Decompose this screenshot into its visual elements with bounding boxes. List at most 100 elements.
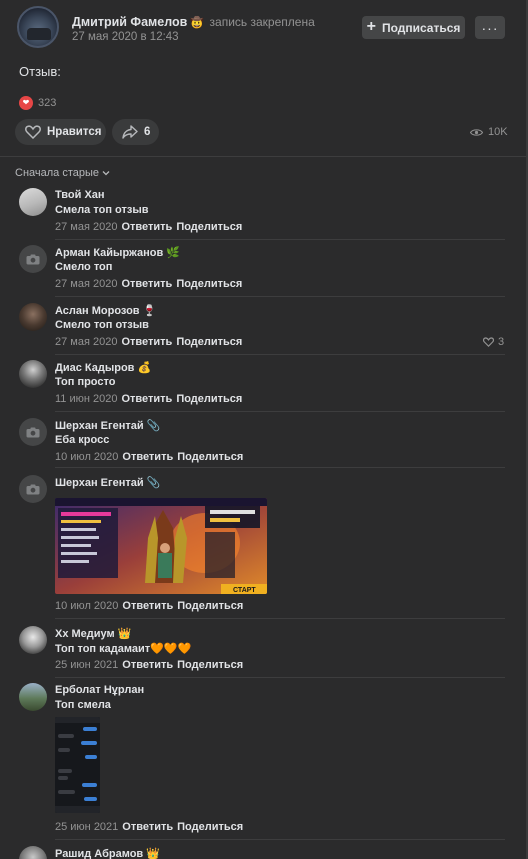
comment-date[interactable]: 10 июл 2020	[55, 451, 118, 463]
commenter-avatar[interactable]	[19, 846, 47, 859]
commenter-name[interactable]: Твой Хан	[55, 189, 105, 201]
commenter-avatar[interactable]	[19, 626, 47, 654]
comment-meta: 25 июн 2021 Ответить Поделиться	[55, 821, 243, 833]
share-link[interactable]: Поделиться	[176, 221, 242, 233]
reply-link[interactable]: Ответить	[122, 600, 173, 612]
comment-divider	[55, 677, 505, 678]
comment-text: Топ смела	[55, 699, 111, 711]
comment-like-button[interactable]: 3	[483, 336, 504, 348]
comment-divider	[55, 839, 505, 840]
comment-text: Топ просто	[55, 376, 116, 388]
views-counter: 10K	[470, 126, 508, 138]
share-link[interactable]: Поделиться	[177, 659, 243, 671]
author-avatar[interactable]	[17, 6, 59, 48]
chat-screenshot-image	[55, 717, 100, 813]
commenter-avatar[interactable]	[19, 303, 47, 331]
like-label: Нравится	[47, 126, 102, 138]
commenter-name-text[interactable]: Аслан Морозов	[55, 305, 140, 317]
emoji-status-icon: 👑	[117, 628, 132, 640]
share-link[interactable]: Поделиться	[177, 600, 243, 612]
comment-divider	[55, 467, 505, 468]
reaction-count: 323	[38, 97, 57, 109]
share-link[interactable]: Поделиться	[176, 278, 242, 290]
comment-text: Еба кросс	[55, 434, 110, 446]
comment-text: Смело топ отзыв	[55, 319, 149, 331]
share-button[interactable]: 6	[112, 119, 159, 145]
comment-text: Топ топ кадамаит🧡🧡🧡	[55, 643, 192, 655]
commenter-avatar[interactable]	[19, 188, 47, 216]
comment-date[interactable]: 27 мая 2020	[55, 336, 117, 348]
comment-date[interactable]: 25 июн 2021	[55, 659, 118, 671]
divider	[0, 156, 526, 157]
subscribe-button[interactable]: + Подписаться	[362, 16, 465, 39]
plus-icon: +	[366, 17, 376, 35]
commenter-name-text[interactable]: Рашид Абрамов	[55, 848, 143, 859]
more-options-button[interactable]: ···	[475, 16, 505, 39]
comment-date[interactable]: 27 мая 2020	[55, 221, 117, 233]
comment-divider	[55, 296, 505, 297]
commenter-name[interactable]: Шерхан Егентай 📎	[55, 419, 160, 432]
share-link[interactable]: Поделиться	[176, 393, 242, 405]
post-header: Дмитрий Фамелов 🤠 запись закреплена 27 ма…	[17, 6, 507, 50]
share-link[interactable]: Поделиться	[177, 451, 243, 463]
commenter-name[interactable]: Ерболат Нұрлан	[55, 684, 144, 696]
commenter-name[interactable]: Шерхан Егентай 📎	[55, 476, 160, 489]
commenter-avatar[interactable]	[19, 683, 47, 711]
commenter-name[interactable]: Диас Кадыров 💰	[55, 361, 151, 374]
camera-placeholder-icon	[26, 427, 40, 437]
comment-date[interactable]: 11 июн 2020	[55, 393, 117, 405]
camera-placeholder-icon	[26, 254, 40, 264]
emoji-status-icon: 🍷	[142, 305, 157, 317]
heart-outline-icon	[25, 125, 41, 139]
comment-divider	[55, 354, 505, 355]
commenter-name[interactable]: Рашид Абрамов 👑	[55, 847, 160, 859]
comment-meta: 27 мая 2020 Ответить Поделиться	[55, 336, 242, 348]
commenter-name[interactable]: Арман Кайыржанов 🌿	[55, 246, 180, 259]
commenter-avatar[interactable]	[19, 245, 47, 273]
comment-date[interactable]: 27 мая 2020	[55, 278, 117, 290]
pinned-note: запись закреплена	[209, 15, 315, 29]
comment-text: Смела топ отзыв	[55, 204, 149, 216]
share-arrow-icon	[122, 125, 138, 139]
reply-link[interactable]: Ответить	[122, 821, 173, 833]
reply-link[interactable]: Ответить	[122, 659, 173, 671]
comment-meta: 11 июн 2020 Ответить Поделиться	[55, 393, 242, 405]
emoji-status-icon: 💰	[137, 362, 152, 374]
comment-date[interactable]: 10 июл 2020	[55, 600, 118, 612]
commenter-avatar[interactable]	[19, 418, 47, 446]
comment-divider	[55, 411, 505, 412]
sort-toggle[interactable]: Сначала старые	[15, 167, 110, 179]
commenter-name[interactable]: Xx Медиум 👑	[55, 627, 131, 640]
eye-icon	[470, 128, 483, 136]
comment-date[interactable]: 25 июн 2021	[55, 821, 118, 833]
post-date[interactable]: 27 мая 2020 в 12:43	[72, 31, 179, 43]
share-link[interactable]: Поделиться	[176, 336, 242, 348]
commenter-name-text[interactable]: Диас Кадыров	[55, 362, 134, 374]
reply-link[interactable]: Ответить	[122, 451, 173, 463]
commenter-name-text[interactable]: Шерхан Егентай	[55, 477, 144, 489]
chat-screenshot-attachment[interactable]	[55, 717, 100, 813]
emoji-status-icon: 👑	[146, 848, 160, 859]
reply-link[interactable]: Ответить	[121, 221, 172, 233]
subscribe-label: Подписаться	[381, 20, 461, 35]
game-screenshot-attachment[interactable]: СТАРТ	[55, 498, 267, 594]
share-link[interactable]: Поделиться	[177, 821, 243, 833]
reply-link[interactable]: Ответить	[121, 336, 172, 348]
reactions-summary[interactable]: ❤ 323	[19, 96, 56, 110]
comment-meta: 10 июл 2020 Ответить Поделиться	[55, 600, 243, 612]
post-text: Отзыв:	[19, 64, 61, 79]
commenter-name-text[interactable]: Арман Кайыржанов	[55, 247, 163, 259]
commenter-name-text[interactable]: Шерхан Егентай	[55, 420, 144, 432]
reply-link[interactable]: Ответить	[121, 393, 172, 405]
comment-meta: 10 июл 2020 Ответить Поделиться	[55, 451, 243, 463]
heart-outline-icon	[483, 337, 494, 347]
commenter-avatar[interactable]	[19, 360, 47, 388]
camera-placeholder-icon	[26, 484, 40, 494]
commenter-name[interactable]: Аслан Морозов 🍷	[55, 304, 156, 317]
commenter-avatar[interactable]	[19, 475, 47, 503]
commenter-name-text[interactable]: Xx Медиум	[55, 628, 115, 640]
author-name[interactable]: Дмитрий Фамелов 🤠 запись закреплена	[72, 15, 315, 29]
like-button[interactable]: Нравится	[15, 119, 106, 145]
author-name-text[interactable]: Дмитрий Фамелов	[72, 15, 187, 29]
reply-link[interactable]: Ответить	[121, 278, 172, 290]
